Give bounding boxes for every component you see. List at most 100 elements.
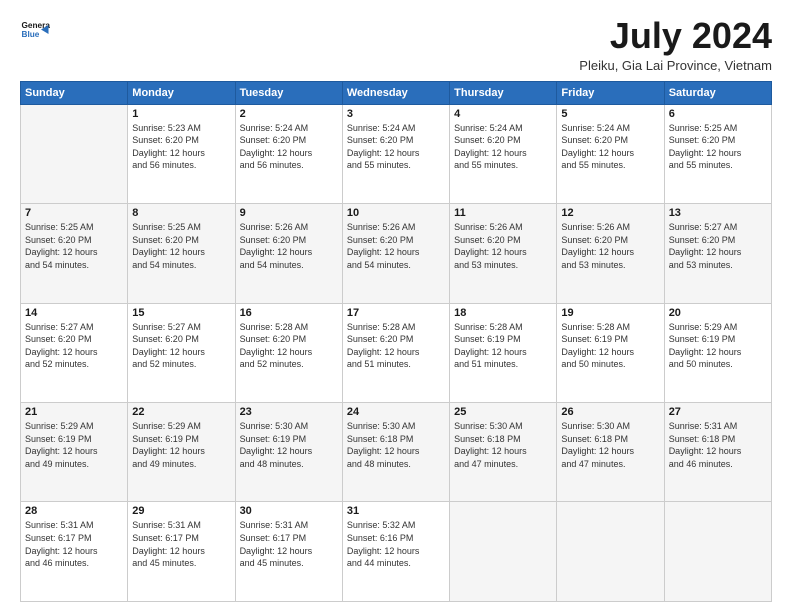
table-row: 10Sunrise: 5:26 AM Sunset: 6:20 PM Dayli… <box>342 204 449 303</box>
subtitle: Pleiku, Gia Lai Province, Vietnam <box>579 58 772 73</box>
table-row: 8 Sunrise: 5:25 AM Sunset: 6:20 PM Daylig… <box>128 204 235 303</box>
day-info: Sunrise: 5:26 AM Sunset: 6:20 PM Dayligh… <box>347 221 445 271</box>
day-info: Sunrise: 5:28 AM Sunset: 6:19 PM Dayligh… <box>561 321 659 371</box>
week-row-5: 28 Sunrise: 5:31 AM Sunset: 6:17 PM Dayli… <box>21 502 772 602</box>
col-sunday: Sunday <box>21 81 128 104</box>
day-number: 17 <box>347 307 445 319</box>
table-row <box>450 502 557 602</box>
table-row: 28Sunrise: 5:31 AM Sunset: 6:17 PM Dayli… <box>21 502 128 602</box>
col-wednesday: Wednesday <box>342 81 449 104</box>
day-number: 16 <box>240 307 338 319</box>
day-number: 20 <box>669 307 767 319</box>
day-number: 30 <box>240 505 338 517</box>
day-info: Sunrise: 5:26 AM Sunset: 6:20 PM Dayligh… <box>454 221 552 271</box>
day-info: Sunrise: 5:31 AM Sunset: 6:17 PM Dayligh… <box>240 519 338 569</box>
table-row: 26Sunrise: 5:30 AM Sunset: 6:18 PM Dayli… <box>557 403 664 502</box>
day-number: 25 <box>454 406 552 418</box>
day-info: Sunrise: 5:24 AM Sunset: 6:20 PM Dayligh… <box>561 122 659 172</box>
week-row-4: 21 Sunrise: 5:29 AM Sunset: 6:19 PM Dayli… <box>21 403 772 502</box>
col-monday: Monday <box>128 81 235 104</box>
table-row: 3 Sunrise: 5:24 AM Sunset: 6:20 PM Daylig… <box>342 104 449 203</box>
col-thursday: Thursday <box>450 81 557 104</box>
page: General Blue July 2024 Pleiku, Gia Lai P… <box>0 0 792 612</box>
svg-text:Blue: Blue <box>22 30 40 39</box>
day-info: Sunrise: 5:27 AM Sunset: 6:20 PM Dayligh… <box>25 321 123 371</box>
day-info: Sunrise: 5:28 AM Sunset: 6:20 PM Dayligh… <box>240 321 338 371</box>
day-info: Sunrise: 5:25 AM Sunset: 6:20 PM Dayligh… <box>132 221 230 271</box>
day-number: 26 <box>561 406 659 418</box>
table-row: 30 Sunrise: 5:31 AM Sunset: 6:17 PM Dayli… <box>235 502 342 602</box>
day-info: Sunrise: 5:29 AM Sunset: 6:19 PM Dayligh… <box>25 420 123 470</box>
day-info: Sunrise: 5:26 AM Sunset: 6:20 PM Dayligh… <box>561 221 659 271</box>
day-info: Sunrise: 5:30 AM Sunset: 6:19 PM Dayligh… <box>240 420 338 470</box>
table-row: 11 Sunrise: 5:26 AM Sunset: 6:20 PM Dayli… <box>450 204 557 303</box>
day-number: 23 <box>240 406 338 418</box>
table-row: 19 Sunrise: 5:28 AM Sunset: 6:19 PM Dayli… <box>557 303 664 402</box>
day-number: 7 <box>25 207 123 219</box>
header: General Blue July 2024 Pleiku, Gia Lai P… <box>20 16 772 73</box>
table-row: 7 Sunrise: 5:25 AM Sunset: 6:20 PM Daylig… <box>21 204 128 303</box>
day-number: 21 <box>25 406 123 418</box>
col-tuesday: Tuesday <box>235 81 342 104</box>
day-info: Sunrise: 5:25 AM Sunset: 6:20 PM Dayligh… <box>25 221 123 271</box>
day-number: 14 <box>25 307 123 319</box>
day-number: 27 <box>669 406 767 418</box>
day-number: 24 <box>347 406 445 418</box>
day-info: Sunrise: 5:31 AM Sunset: 6:18 PM Dayligh… <box>669 420 767 470</box>
day-number: 4 <box>454 108 552 120</box>
col-saturday: Saturday <box>664 81 771 104</box>
table-row: 20 Sunrise: 5:29 AM Sunset: 6:19 PM Dayli… <box>664 303 771 402</box>
day-number: 1 <box>132 108 230 120</box>
table-row: 15Sunrise: 5:27 AM Sunset: 6:20 PM Dayli… <box>128 303 235 402</box>
table-row: 24Sunrise: 5:30 AM Sunset: 6:18 PM Dayli… <box>342 403 449 502</box>
day-number: 28 <box>25 505 123 517</box>
day-info: Sunrise: 5:23 AM Sunset: 6:20 PM Dayligh… <box>132 122 230 172</box>
day-info: Sunrise: 5:26 AM Sunset: 6:20 PM Dayligh… <box>240 221 338 271</box>
day-info: Sunrise: 5:29 AM Sunset: 6:19 PM Dayligh… <box>132 420 230 470</box>
day-info: Sunrise: 5:29 AM Sunset: 6:19 PM Dayligh… <box>669 321 767 371</box>
main-title: July 2024 <box>579 16 772 56</box>
table-row: 23 Sunrise: 5:30 AM Sunset: 6:19 PM Dayli… <box>235 403 342 502</box>
day-number: 11 <box>454 207 552 219</box>
table-row <box>664 502 771 602</box>
table-row: 18Sunrise: 5:28 AM Sunset: 6:19 PM Dayli… <box>450 303 557 402</box>
day-number: 6 <box>669 108 767 120</box>
table-row: 5 Sunrise: 5:24 AM Sunset: 6:20 PM Daylig… <box>557 104 664 203</box>
table-row: 17 Sunrise: 5:28 AM Sunset: 6:20 PM Dayli… <box>342 303 449 402</box>
day-number: 29 <box>132 505 230 517</box>
table-row: 14 Sunrise: 5:27 AM Sunset: 6:20 PM Dayli… <box>21 303 128 402</box>
day-info: Sunrise: 5:27 AM Sunset: 6:20 PM Dayligh… <box>669 221 767 271</box>
table-row: 4 Sunrise: 5:24 AM Sunset: 6:20 PM Daylig… <box>450 104 557 203</box>
table-row: 16 Sunrise: 5:28 AM Sunset: 6:20 PM Dayli… <box>235 303 342 402</box>
day-number: 3 <box>347 108 445 120</box>
day-info: Sunrise: 5:24 AM Sunset: 6:20 PM Dayligh… <box>454 122 552 172</box>
day-info: Sunrise: 5:32 AM Sunset: 6:16 PM Dayligh… <box>347 519 445 569</box>
table-row: 6 Sunrise: 5:25 AM Sunset: 6:20 PM Daylig… <box>664 104 771 203</box>
day-number: 22 <box>132 406 230 418</box>
table-row: 21 Sunrise: 5:29 AM Sunset: 6:19 PM Dayli… <box>21 403 128 502</box>
logo: General Blue <box>20 16 50 46</box>
day-info: Sunrise: 5:24 AM Sunset: 6:20 PM Dayligh… <box>347 122 445 172</box>
table-row: 27 Sunrise: 5:31 AM Sunset: 6:18 PM Dayli… <box>664 403 771 502</box>
calendar-header-row: Sunday Monday Tuesday Wednesday Thursday… <box>21 81 772 104</box>
day-info: Sunrise: 5:24 AM Sunset: 6:20 PM Dayligh… <box>240 122 338 172</box>
table-row: 31 Sunrise: 5:32 AM Sunset: 6:16 PM Dayli… <box>342 502 449 602</box>
table-row: 1 Sunrise: 5:23 AM Sunset: 6:20 PM Daylig… <box>128 104 235 203</box>
day-info: Sunrise: 5:28 AM Sunset: 6:20 PM Dayligh… <box>347 321 445 371</box>
table-row: 25Sunrise: 5:30 AM Sunset: 6:18 PM Dayli… <box>450 403 557 502</box>
table-row: 13Sunrise: 5:27 AM Sunset: 6:20 PM Dayli… <box>664 204 771 303</box>
day-number: 31 <box>347 505 445 517</box>
day-number: 19 <box>561 307 659 319</box>
logo-icon: General Blue <box>20 16 50 46</box>
day-number: 15 <box>132 307 230 319</box>
day-number: 5 <box>561 108 659 120</box>
day-info: Sunrise: 5:25 AM Sunset: 6:20 PM Dayligh… <box>669 122 767 172</box>
day-number: 2 <box>240 108 338 120</box>
week-row-3: 14 Sunrise: 5:27 AM Sunset: 6:20 PM Dayli… <box>21 303 772 402</box>
day-number: 8 <box>132 207 230 219</box>
title-block: July 2024 Pleiku, Gia Lai Province, Viet… <box>579 16 772 73</box>
day-number: 12 <box>561 207 659 219</box>
week-row-1: 1 Sunrise: 5:23 AM Sunset: 6:20 PM Daylig… <box>21 104 772 203</box>
table-row <box>557 502 664 602</box>
calendar-table: Sunday Monday Tuesday Wednesday Thursday… <box>20 81 772 602</box>
